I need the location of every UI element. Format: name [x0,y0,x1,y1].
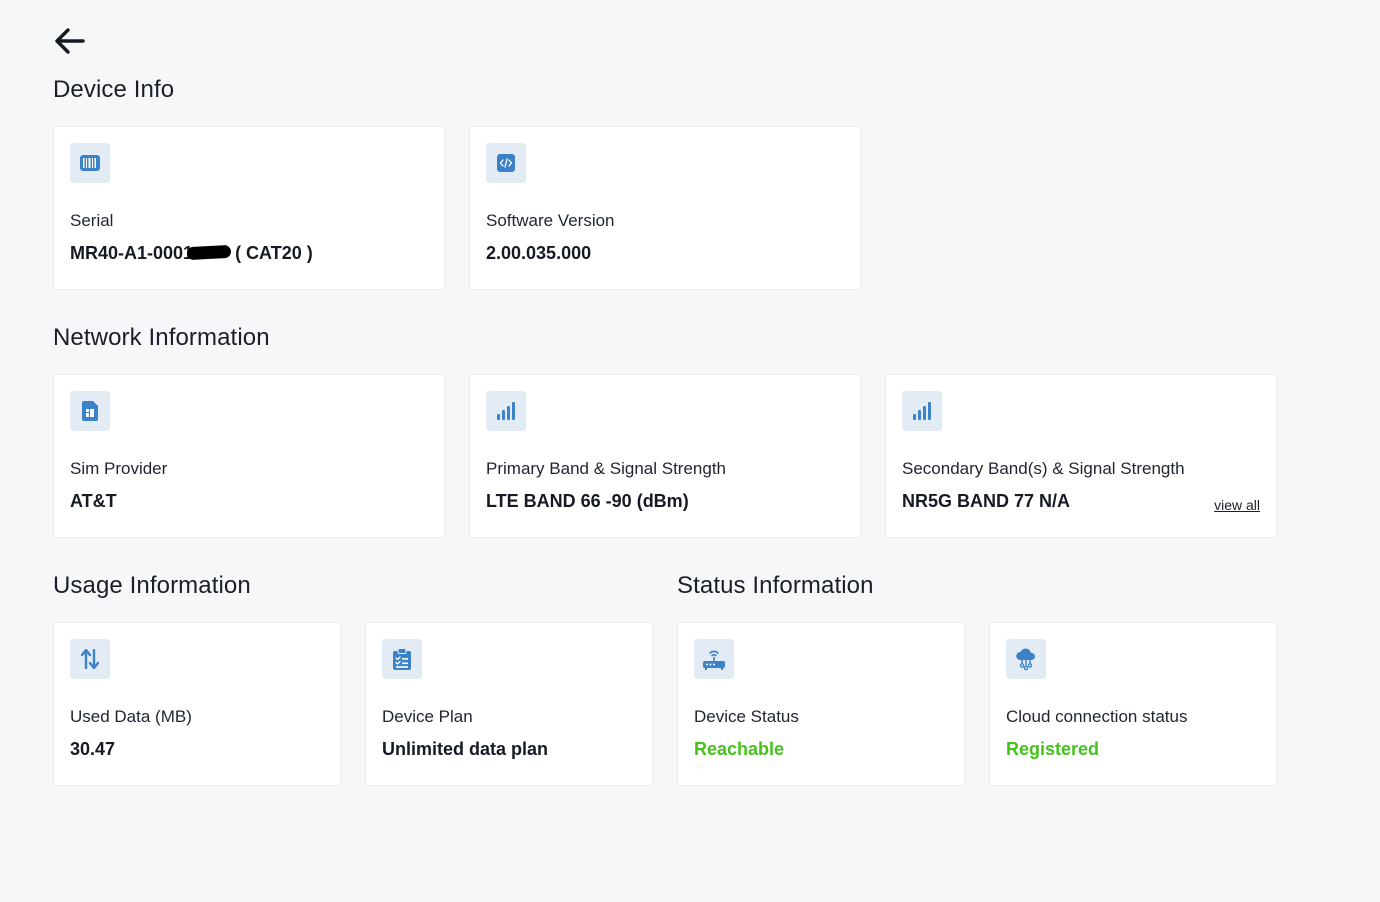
serial-redaction [186,245,232,261]
cloud-network-icon [1016,648,1036,671]
serial-label: Serial [70,211,114,230]
data-transfer-icon [81,649,99,669]
barcode-icon [80,155,100,171]
cloud-status-label: Cloud connection status [1006,707,1188,726]
sim-provider-value: AT&T [70,491,117,511]
view-all-link[interactable]: view all [1214,497,1260,513]
serial-value: MR40-A1-0001 ( CAT20 ) [70,243,313,264]
serial-value-prefix: MR40-A1-0001 [70,243,194,263]
router-icon [703,650,725,670]
device-status-label: Device Status [694,707,799,726]
software-version-value: 2.00.035.000 [486,243,592,263]
back-button[interactable] [52,26,86,56]
secondary-band-label: Secondary Band(s) & Signal Strength [902,459,1185,478]
signal-bars-icon [497,402,515,420]
sim-icon-box [70,391,110,431]
device-status-card: Device Status Reachable [677,622,965,786]
secondary-band-value: NR5G BAND 77 N/A [902,491,1071,511]
serial-icon-box [70,143,110,183]
device-plan-value: Unlimited data plan [382,739,549,759]
code-icon [497,154,515,172]
device-plan-icon-box [382,639,422,679]
used-data-card: Used Data (MB) 30.47 [53,622,341,786]
cloud-status-card: Cloud connection status Registered [989,622,1277,786]
secondary-icon-box [902,391,942,431]
software-version-card: Software Version 2.00.035.000 [469,126,861,290]
sim-provider-label: Sim Provider [70,459,168,478]
device-info-heading: Device Info [53,76,175,103]
network-info-heading: Network Information [53,324,270,351]
primary-band-card: Primary Band & Signal Strength LTE BAND … [469,374,861,538]
device-plan-card: Device Plan Unlimited data plan [365,622,653,786]
used-data-label: Used Data (MB) [70,707,192,726]
cloud-status-value: Registered [1006,739,1100,759]
signal-bars-icon [913,402,931,420]
device-status-value: Reachable [694,739,785,759]
sim-provider-card: Sim Provider AT&T [53,374,445,538]
device-status-icon-box [694,639,734,679]
primary-band-value: LTE BAND 66 -90 (dBm) [486,491,689,511]
software-version-label: Software Version [486,211,615,230]
status-info-heading: Status Information [677,572,874,599]
sim-card-icon [82,401,98,421]
secondary-band-card: Secondary Band(s) & Signal Strength NR5G… [885,374,1277,538]
software-icon-box [486,143,526,183]
used-data-value: 30.47 [70,739,116,759]
arrow-left-icon [55,28,85,54]
clipboard-list-icon [393,648,411,670]
used-data-icon-box [70,639,110,679]
device-plan-label: Device Plan [382,707,473,726]
primary-icon-box [486,391,526,431]
serial-card: Serial MR40-A1-0001 ( CAT20 ) [53,126,445,290]
cloud-status-icon-box [1006,639,1046,679]
serial-value-suffix: ( CAT20 ) [235,243,313,263]
primary-band-label: Primary Band & Signal Strength [486,459,727,478]
usage-info-heading: Usage Information [53,572,251,599]
